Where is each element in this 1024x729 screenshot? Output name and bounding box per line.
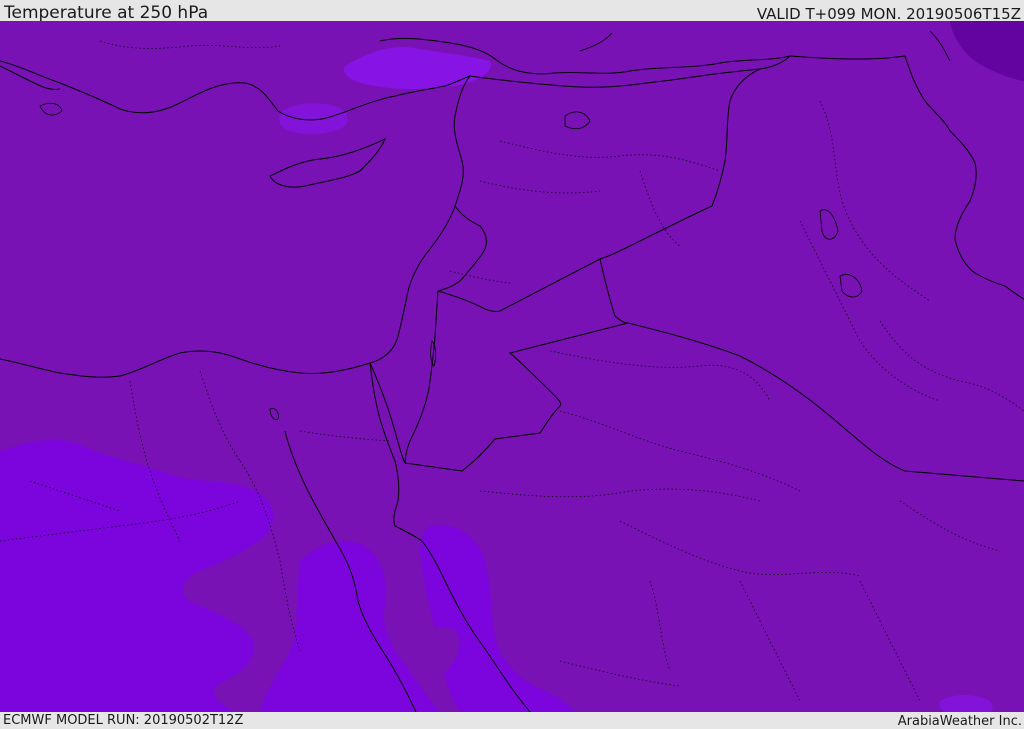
map-title: Temperature at 250 hPa	[4, 3, 209, 23]
header-bar: Temperature at 250 hPa VALID T+099 MON. …	[0, 0, 1024, 23]
cold-field-turkey-south	[279, 103, 348, 135]
map-canvas	[0, 21, 1024, 712]
footer-bar: ECMWF MODEL RUN: 20190502T12Z ArabiaWeat…	[0, 712, 1024, 729]
credit-label: ArabiaWeather Inc.	[897, 714, 1022, 729]
temperature-map[interactable]	[0, 21, 1024, 712]
model-run: ECMWF MODEL RUN: 20190502T12Z	[3, 713, 244, 728]
